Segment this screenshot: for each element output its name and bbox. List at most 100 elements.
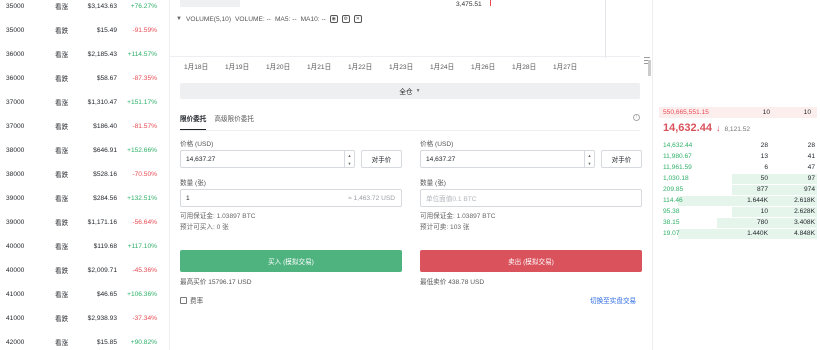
option-change: -87.35% [132,74,157,82]
close-icon[interactable]: ✕ [353,15,362,23]
option-row[interactable]: 41000 看跌 $2,938.93 -37.34% [0,306,170,330]
date-tick-label: 1月24日 [430,64,455,71]
bid-total: 3.408K [794,219,815,226]
option-row[interactable]: 37000 看涨 $1,310.47 +151.17% [0,90,170,114]
stepper-down-icon[interactable]: ▼ [348,161,352,166]
ma10-value: MA10: -- [300,15,326,23]
sell-qty-input[interactable]: 单位面值0.1 BTC [420,189,642,207]
trading-screen: 35000 看涨 $3,143.63 +76.27% 35000 看跌 $15.49 -91.… [0,0,820,350]
sell-price-input[interactable]: 14,637.27 ▲ ▼ [420,150,595,168]
volume-title: VOLUME(5,10) [185,15,232,23]
option-row[interactable]: 36000 看涨 $2,185.43 +114.57% [0,42,170,66]
bid-row[interactable]: 38.15 780 3.408K [663,218,817,228]
sell-counter-price-button[interactable]: 对手价 [601,150,642,168]
strike-price: 41000 [6,314,25,322]
bid-row[interactable]: 1,030.18 50 97 [663,174,817,184]
bid-row[interactable]: 11,980.67 13 41 [663,152,817,162]
option-type: 看跌 [55,316,69,323]
info-icon[interactable]: ! [633,114,640,121]
fee-icon [180,296,187,304]
option-row[interactable]: 37000 看跌 $186.40 -81.57% [0,114,170,138]
date-tick-label: 1月27日 [553,64,578,71]
option-price: $284.56 [93,194,117,202]
date-tick-label: 1月28日 [512,64,537,71]
bid-row[interactable]: 19.07 1.440K 4.848K [663,229,817,239]
price-chart[interactable]: 3,475.51 ▼ VOLUME(5,10) VOLUME: -- MA5: … [170,0,652,75]
option-change: -81.57% [132,122,157,130]
tab-limit-order[interactable]: 限价委托 [180,113,207,131]
option-type: 看涨 [55,100,69,107]
date-tick-label: 1月23日 [389,64,414,71]
strike-price: 36000 [6,50,25,58]
option-type: 看涨 [55,196,69,203]
stepper-down-icon[interactable]: ▼ [588,161,592,166]
bid-row[interactable]: 114.46 1.644K 2.618K [663,196,817,206]
bid-price: 1,030.18 [663,175,689,182]
collapse-triangle-icon[interactable]: ▼ [176,16,182,22]
strike-price: 40000 [6,266,25,274]
bid-row[interactable]: 14,632.44 28 28 [663,141,817,151]
min-sell-price: 最低卖价 438.78 USD [420,279,485,286]
bid-row[interactable]: 11,961.59 6 47 [663,163,817,173]
buy-price-input[interactable]: 14,637.27 ▲ ▼ [180,150,355,168]
bid-price: 114.46 [663,197,683,204]
option-row[interactable]: 36000 看跌 $58.67 -87.35% [0,66,170,90]
depth-bar [732,174,817,184]
date-tick-label: 1月20日 [266,64,291,71]
tab-advanced-limit-order[interactable]: 高级限价委托 [214,113,254,131]
option-row[interactable]: 38000 看涨 $646.91 +152.66% [0,138,170,162]
ask-total: 10 [803,109,811,116]
stepper-up-icon[interactable]: ▲ [588,153,592,158]
volume-value: VOLUME: -- [235,15,271,23]
option-row[interactable]: 40000 看跌 $2,009.71 -45.36% [0,258,170,282]
fee-rate-link[interactable]: 费率 [180,295,203,305]
bid-total: 4.848K [794,230,815,237]
date-tick-label: 1月18日 [184,64,209,71]
sell-button[interactable]: 卖出 (模拟交易) [420,250,642,272]
bid-size: 13 [760,153,768,160]
sell-qty-placeholder: 单位面值0.1 BTC [426,196,477,203]
settings-icon[interactable]: ⚙ [341,15,350,23]
date-tick-label: 1月21日 [307,64,332,71]
option-change: -37.34% [132,314,157,322]
bid-row[interactable]: 209.85 877 974 [663,185,817,195]
bid-size: 50 [760,175,768,182]
option-change: +152.66% [127,146,157,154]
stepper-up-icon[interactable]: ▲ [348,153,352,158]
bid-price: 38.15 [663,219,680,226]
option-type: 看涨 [55,292,69,299]
arrow-down-icon: ↓ [715,123,721,133]
buy-counter-price-button[interactable]: 对手价 [361,150,402,168]
option-row[interactable]: 39000 看跌 $1,171.16 -56.64% [0,210,170,234]
bid-row[interactable]: 95.38 10 2.628K [663,207,817,217]
option-row[interactable]: 35000 看涨 $3,143.63 +76.27% [0,0,170,18]
bid-total: 974 [803,186,815,193]
chart-price-marker [490,0,494,6]
option-row[interactable]: 41000 看涨 $46.65 +106.36% [0,282,170,306]
option-change: +114.57% [127,50,157,58]
option-row[interactable]: 35000 看跌 $15.49 -91.59% [0,18,170,42]
strike-price: 41000 [6,290,25,298]
sell-available-margin: 可用保证金: 1.03897 BTC [420,213,496,220]
scrollbar[interactable] [648,60,651,76]
strike-price: 42000 [6,338,25,346]
tab-divider [180,130,640,131]
switch-to-live-link[interactable]: 切换至实盘交易 [590,295,636,305]
sell-price-stepper[interactable]: ▲ ▼ [584,151,594,167]
option-row[interactable]: 39000 看涨 $284.56 +132.51% [0,186,170,210]
order-panel: 全仓 ▼ 限价委托 高级限价委托 ! 价格 (USD) 14,637.27 ▲ … [170,75,652,350]
bid-total: 2.618K [794,197,815,204]
margin-mode-select[interactable]: 全仓 ▼ [180,83,640,99]
buy-price-stepper[interactable]: ▲ ▼ [344,151,354,167]
option-row[interactable]: 40000 看涨 $119.68 +117.10% [0,234,170,258]
option-row[interactable]: 42000 看涨 $15.85 +90.82% [0,330,170,350]
bid-price: 19.07 [663,230,680,237]
option-price: $528.16 [93,170,117,178]
ask-row[interactable]: 550,665,551.15 10 10 [659,107,817,118]
bid-total: 28 [807,142,815,149]
option-price: $2,185.43 [87,50,117,58]
buy-button[interactable]: 买入 (模拟交易) [180,250,402,272]
option-row[interactable]: 38000 看跌 $528.16 -70.50% [0,162,170,186]
eye-icon[interactable]: ◉ [329,15,338,23]
buy-qty-input[interactable]: 1 ≈ 1,463.72 USD [180,189,402,207]
